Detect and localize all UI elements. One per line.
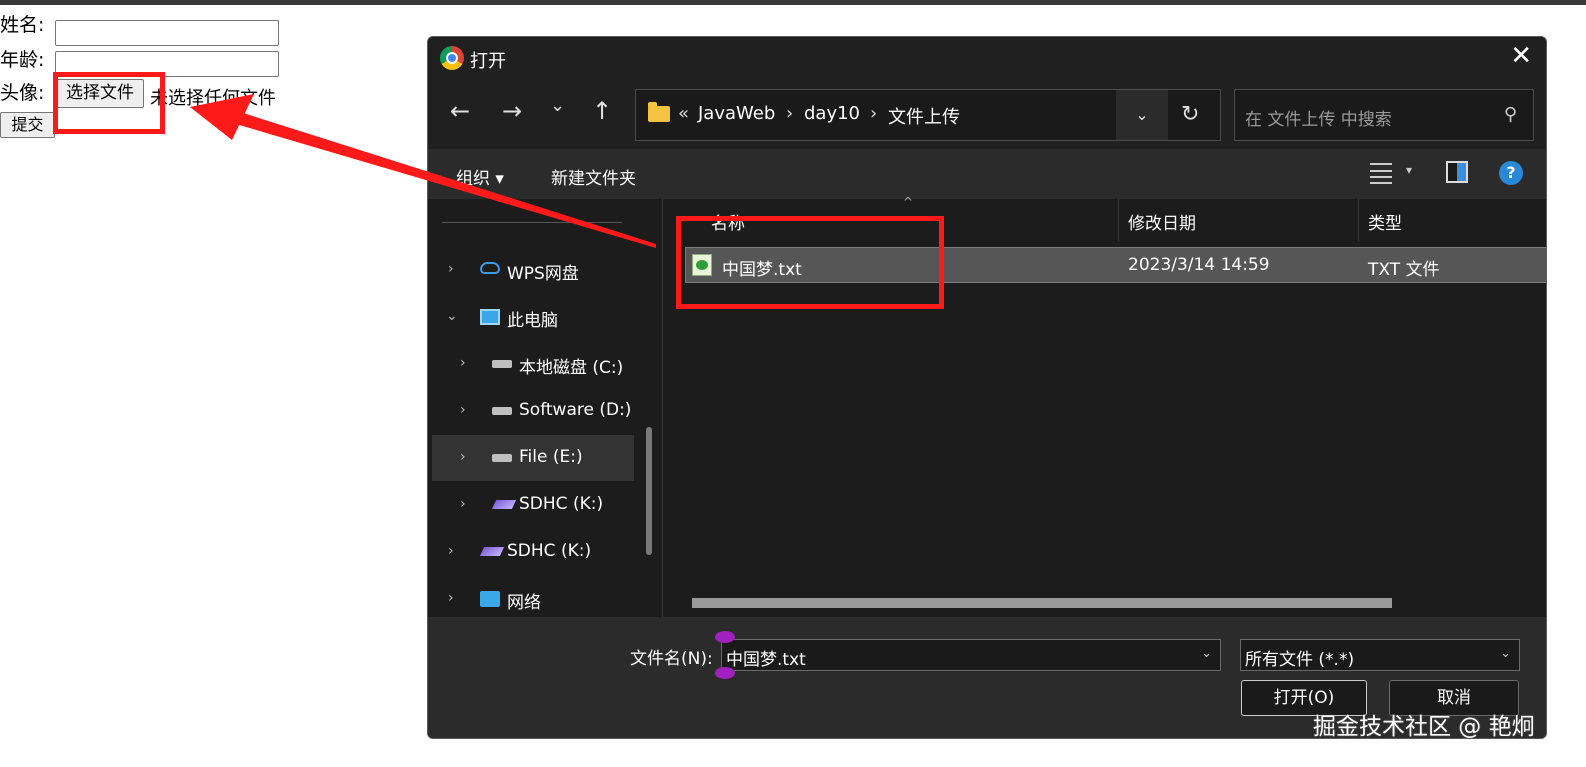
chevron-right-icon[interactable]: ›: [460, 355, 466, 371]
name-label: 姓名:: [0, 14, 45, 36]
sidebar-item-label: 此电脑: [507, 311, 558, 331]
file-type: TXT 文件: [1368, 260, 1440, 280]
sidebar-item-label: WPS网盘: [507, 264, 579, 284]
sidebar-item-network[interactable]: › 网络: [432, 576, 634, 622]
chevron-right-icon[interactable]: ›: [460, 402, 466, 418]
forward-arrow-icon[interactable]: →: [502, 99, 522, 123]
sd-card-icon: [491, 500, 517, 509]
breadcrumb-day10[interactable]: day10: [804, 103, 860, 124]
drive-icon: [492, 407, 512, 415]
no-file-text: 未选择任何文件: [150, 88, 276, 109]
sidebar-item-label: Software (D:): [519, 400, 632, 420]
column-header-modified[interactable]: 修改日期: [1128, 209, 1196, 234]
submit-button[interactable]: 提交: [0, 112, 55, 138]
sidebar-item-sdhc-k[interactable]: › SDHC (K:): [432, 482, 634, 528]
sidebar-item-wps-cloud[interactable]: › WPS网盘: [432, 247, 634, 293]
file-type-select[interactable]: 所有文件 (*.*) ⌄: [1240, 639, 1520, 671]
sidebar-divider: [442, 222, 622, 223]
file-modified: 2023/3/14 14:59: [1128, 255, 1270, 275]
sidebar-item-drive-d[interactable]: › Software (D:): [432, 388, 634, 434]
drive-icon: [492, 360, 512, 368]
watermark: 掘金技术社区 @ 艳炯: [1313, 714, 1535, 740]
annotation-box-selected-file: [676, 216, 944, 309]
recent-locations-icon[interactable]: ⌄: [550, 97, 565, 115]
avatar-label: 头像:: [0, 82, 45, 104]
folder-icon: [648, 102, 670, 122]
search-placeholder: 在 文件上传 中搜索: [1245, 110, 1392, 130]
navigation-pane: › WPS网盘 ⌄ 此电脑 › 本地磁盘 (C:) › Software (D:…: [428, 199, 660, 617]
breadcrumb-upload-folder[interactable]: 文件上传: [888, 103, 960, 129]
view-options-icon[interactable]: [1370, 163, 1392, 183]
drive-icon: [492, 454, 512, 462]
computer-icon: [480, 309, 500, 325]
sidebar-item-drive-e[interactable]: › File (E:): [432, 435, 634, 481]
organize-menu[interactable]: 组织 ▾: [456, 164, 504, 189]
breadcrumb-overflow-icon[interactable]: «: [678, 103, 689, 124]
navigation-bar: ← → ⌄ ↑ « JavaWeb › day10 › 文件上传 ⌄ ↻ 在 文…: [428, 79, 1546, 149]
sidebar-item-this-pc[interactable]: ⌄ 此电脑: [432, 294, 634, 340]
browser-top-bar: [0, 0, 1586, 5]
dialog-toolbar: 组织 ▾ 新建文件夹 ▾ ?: [428, 149, 1546, 199]
breadcrumb-javaweb[interactable]: JavaWeb: [698, 103, 775, 124]
chevron-right-icon[interactable]: ›: [448, 590, 454, 606]
chevron-down-icon[interactable]: ⌄: [446, 308, 458, 324]
search-icon[interactable]: ⚲: [1504, 104, 1517, 125]
help-icon[interactable]: ?: [1499, 161, 1523, 185]
sidebar-item-label: SDHC (K:): [519, 494, 604, 514]
sidebar-item-sdhc-k-root[interactable]: › SDHC (K:): [432, 529, 634, 575]
text-cursor-icon: [715, 631, 735, 679]
new-folder-button[interactable]: 新建文件夹: [551, 164, 636, 189]
chevron-right-icon[interactable]: ›: [460, 449, 466, 465]
filename-input[interactable]: 中国梦.txt ⌄: [721, 639, 1221, 671]
column-separator[interactable]: [1358, 199, 1359, 241]
dialog-titlebar: 打开 ✕: [428, 37, 1546, 79]
annotation-box-choose-file: [53, 72, 165, 134]
horizontal-scrollbar[interactable]: [692, 598, 1392, 608]
chrome-icon: [440, 46, 464, 70]
sidebar-item-label: SDHC (K:): [507, 541, 592, 561]
chevron-right-icon[interactable]: ›: [460, 496, 466, 512]
sidebar-scrollbar[interactable]: [646, 427, 652, 555]
column-header-type[interactable]: 类型: [1368, 209, 1402, 234]
sidebar-item-label: 网络: [507, 593, 541, 613]
view-dropdown-icon[interactable]: ▾: [1406, 163, 1412, 177]
breadcrumb-separator[interactable]: ›: [870, 103, 877, 124]
file-open-dialog: 打开 ✕ ← → ⌄ ↑ « JavaWeb › day10 › 文件上传 ⌄ …: [427, 36, 1547, 739]
sidebar-item-drive-c[interactable]: › 本地磁盘 (C:): [432, 341, 634, 387]
refresh-icon[interactable]: ↻: [1181, 102, 1199, 127]
sort-ascending-icon: ^: [903, 195, 914, 209]
filename-value: 中国梦.txt: [726, 650, 806, 670]
sidebar-item-label: File (E:): [519, 447, 583, 467]
chevron-down-icon[interactable]: ⌄: [1500, 646, 1511, 661]
address-bar[interactable]: « JavaWeb › day10 › 文件上传 ⌄ ↻: [635, 89, 1221, 141]
back-arrow-icon[interactable]: ←: [450, 99, 470, 123]
sd-card-icon: [479, 547, 505, 556]
age-label: 年龄:: [0, 49, 45, 71]
preview-pane-icon[interactable]: [1446, 161, 1468, 183]
sidebar-item-label: 本地磁盘 (C:): [519, 358, 624, 378]
network-icon: [480, 591, 500, 607]
column-separator[interactable]: [1118, 199, 1119, 241]
filename-label: 文件名(N):: [630, 649, 713, 669]
close-icon[interactable]: ✕: [1510, 43, 1532, 69]
address-dropdown-icon[interactable]: ⌄: [1116, 90, 1168, 140]
cloud-icon: [480, 262, 500, 274]
breadcrumb-separator[interactable]: ›: [786, 103, 793, 124]
dialog-title: 打开: [470, 51, 506, 72]
chevron-right-icon[interactable]: ›: [448, 261, 454, 277]
file-type-value: 所有文件 (*.*): [1245, 650, 1355, 670]
search-box[interactable]: 在 文件上传 中搜索 ⚲: [1234, 89, 1534, 141]
chevron-right-icon[interactable]: ›: [448, 543, 454, 559]
name-input[interactable]: [55, 20, 279, 46]
chevron-down-icon[interactable]: ⌄: [1201, 646, 1212, 661]
up-arrow-icon[interactable]: ↑: [592, 99, 612, 123]
